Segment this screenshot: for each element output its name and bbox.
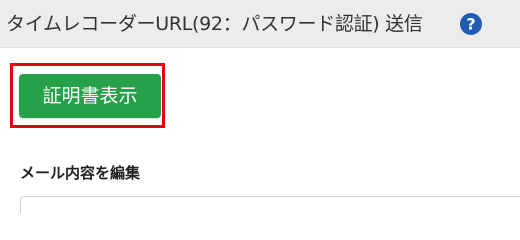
svg-text:?: ? bbox=[466, 15, 475, 34]
page: タイムレコーダーURL(92：パスワード認証) 送信 ? 証明書表示 メール内容… bbox=[0, 0, 520, 214]
show-certificate-button[interactable]: 証明書表示 bbox=[19, 74, 161, 118]
page-title: タイムレコーダーURL(92：パスワード認証) 送信 bbox=[6, 13, 423, 35]
edit-mail-content-label: メール内容を編集 bbox=[20, 164, 141, 182]
page-header: タイムレコーダーURL(92：パスワード認証) 送信 ? bbox=[0, 0, 520, 48]
mail-content-editor[interactable] bbox=[20, 196, 520, 214]
help-icon[interactable]: ? bbox=[459, 12, 483, 36]
